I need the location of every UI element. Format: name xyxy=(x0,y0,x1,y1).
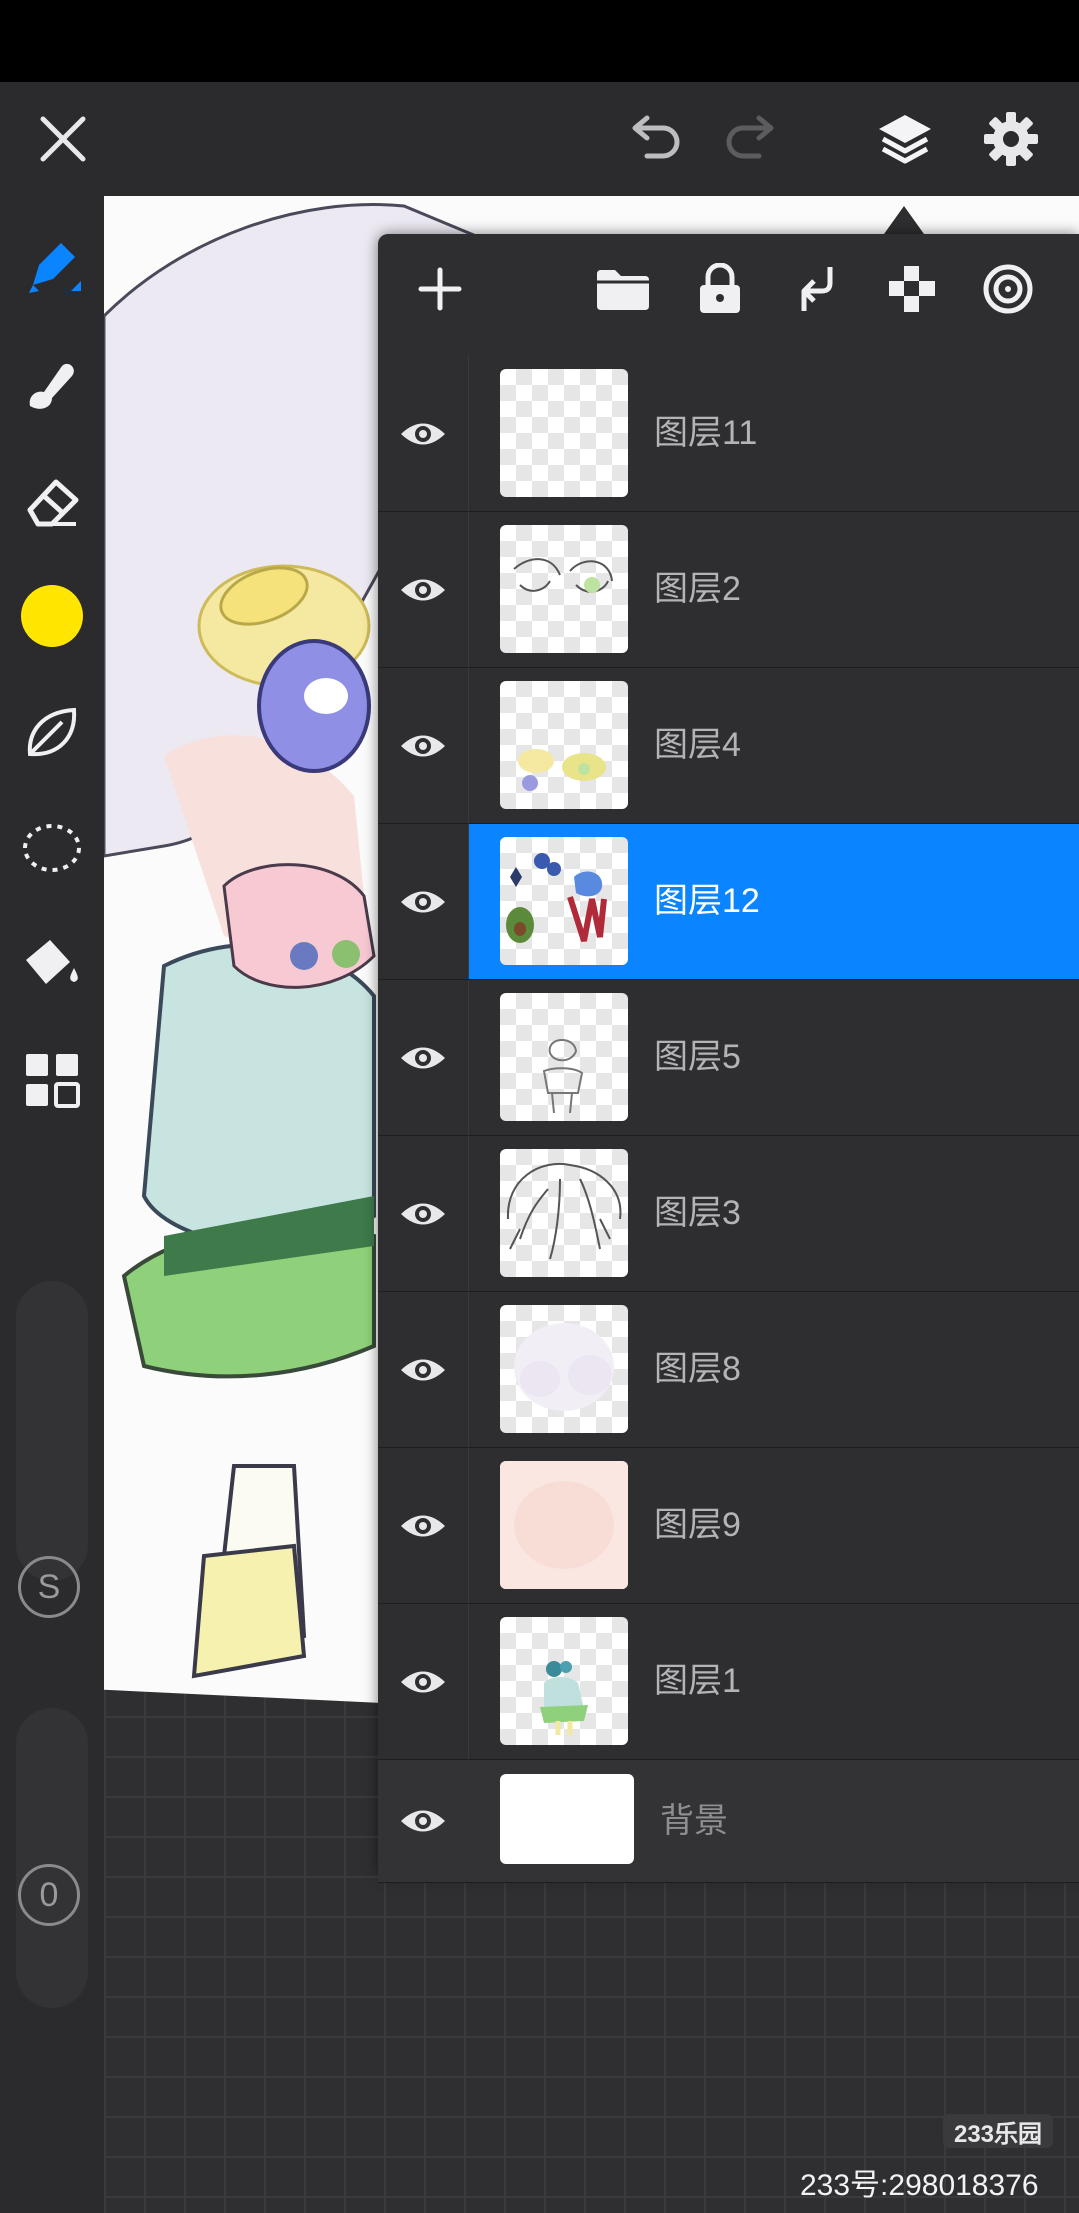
layer-name: 图层3 xyxy=(654,1194,741,1232)
clip-icon[interactable] xyxy=(973,254,1043,324)
layer-thumbnail xyxy=(500,525,628,653)
layer-row-selected[interactable]: 图层12 xyxy=(378,824,1079,980)
smudge-icon[interactable] xyxy=(12,344,92,424)
settings-icon[interactable] xyxy=(974,102,1048,176)
layer-name: 图层1 xyxy=(654,1662,741,1700)
layer-thumbnail xyxy=(500,837,628,965)
eraser-icon[interactable] xyxy=(12,460,92,540)
background-layer-row[interactable]: 背景 xyxy=(378,1760,1079,1883)
folder-icon[interactable] xyxy=(588,254,658,324)
layer-name: 图层4 xyxy=(654,726,741,764)
layer-thumbnail xyxy=(500,1149,628,1277)
visibility-eye-icon[interactable] xyxy=(378,1136,469,1291)
pen-icon[interactable] xyxy=(12,228,92,308)
visibility-eye-icon[interactable] xyxy=(378,512,469,667)
layer-name: 图层5 xyxy=(654,1038,741,1076)
layer-thumbnail xyxy=(500,1617,628,1745)
add-icon[interactable] xyxy=(405,254,475,324)
layer-name: 背景 xyxy=(660,1802,728,1840)
brush-size-slider[interactable] xyxy=(16,1281,88,1581)
layer-row[interactable]: 图层11 xyxy=(378,356,1079,512)
layer-row[interactable]: 图层3 xyxy=(378,1136,1079,1292)
layer-row[interactable]: 图层1 xyxy=(378,1604,1079,1760)
layer-name: 图层11 xyxy=(654,414,758,452)
fill-bucket-icon[interactable] xyxy=(12,924,92,1004)
redo-icon[interactable] xyxy=(716,104,786,174)
background-color-swatch[interactable] xyxy=(500,1774,634,1864)
layer-thumbnail xyxy=(500,1461,628,1589)
layer-list: 图层11 图层2 图层4 图层12 图层5 图层3 图层8 图层9 图层1 背景 xyxy=(378,356,1079,1883)
layer-name: 图层12 xyxy=(654,882,760,920)
undo-icon[interactable] xyxy=(620,104,690,174)
panel-pointer xyxy=(884,206,924,234)
watermark-logo: 233乐园 xyxy=(943,2114,1053,2148)
size-badge: S xyxy=(18,1556,80,1618)
leaf-brush-icon[interactable] xyxy=(12,692,92,772)
visibility-eye-icon[interactable] xyxy=(378,1760,468,1882)
layer-thumbnail xyxy=(500,681,628,809)
grid-tools-icon[interactable] xyxy=(12,1040,92,1120)
opacity-slider[interactable] xyxy=(16,1708,88,2008)
lock-icon[interactable] xyxy=(685,254,755,324)
visibility-eye-icon[interactable] xyxy=(378,1604,469,1759)
top-bar xyxy=(0,82,1079,196)
color-swatch[interactable] xyxy=(12,576,92,656)
close-icon[interactable] xyxy=(28,104,98,174)
alpha-lock-icon[interactable] xyxy=(877,254,947,324)
status-bar xyxy=(0,0,1079,82)
merge-down-icon[interactable] xyxy=(781,254,851,324)
lasso-select-icon[interactable] xyxy=(12,808,92,888)
layer-thumbnail xyxy=(500,993,628,1121)
visibility-eye-icon[interactable] xyxy=(378,1448,469,1603)
layer-thumbnail xyxy=(500,1305,628,1433)
layer-name: 图层9 xyxy=(654,1506,741,1544)
opacity-badge: 0 xyxy=(18,1864,80,1926)
layer-name: 图层8 xyxy=(654,1350,741,1388)
layer-row[interactable]: 图层4 xyxy=(378,668,1079,824)
layer-row[interactable]: 图层9 xyxy=(378,1448,1079,1604)
visibility-eye-icon[interactable] xyxy=(378,668,469,823)
left-toolbar: S 0 xyxy=(0,196,104,2213)
layer-panel: 图层11 图层2 图层4 图层12 图层5 图层3 图层8 图层9 图层1 背景 xyxy=(378,234,1079,1883)
visibility-eye-icon[interactable] xyxy=(378,356,469,511)
layer-thumbnail xyxy=(500,369,628,497)
visibility-eye-icon[interactable] xyxy=(378,1292,469,1447)
layer-row[interactable]: 图层5 xyxy=(378,980,1079,1136)
watermark-id: 233号:298018376 xyxy=(800,2169,1039,2202)
layer-row[interactable]: 图层2 xyxy=(378,512,1079,668)
visibility-eye-icon[interactable] xyxy=(378,980,469,1135)
layer-row[interactable]: 图层8 xyxy=(378,1292,1079,1448)
visibility-eye-icon[interactable] xyxy=(378,824,469,979)
layers-icon[interactable] xyxy=(868,102,942,176)
layer-name: 图层2 xyxy=(654,570,741,608)
